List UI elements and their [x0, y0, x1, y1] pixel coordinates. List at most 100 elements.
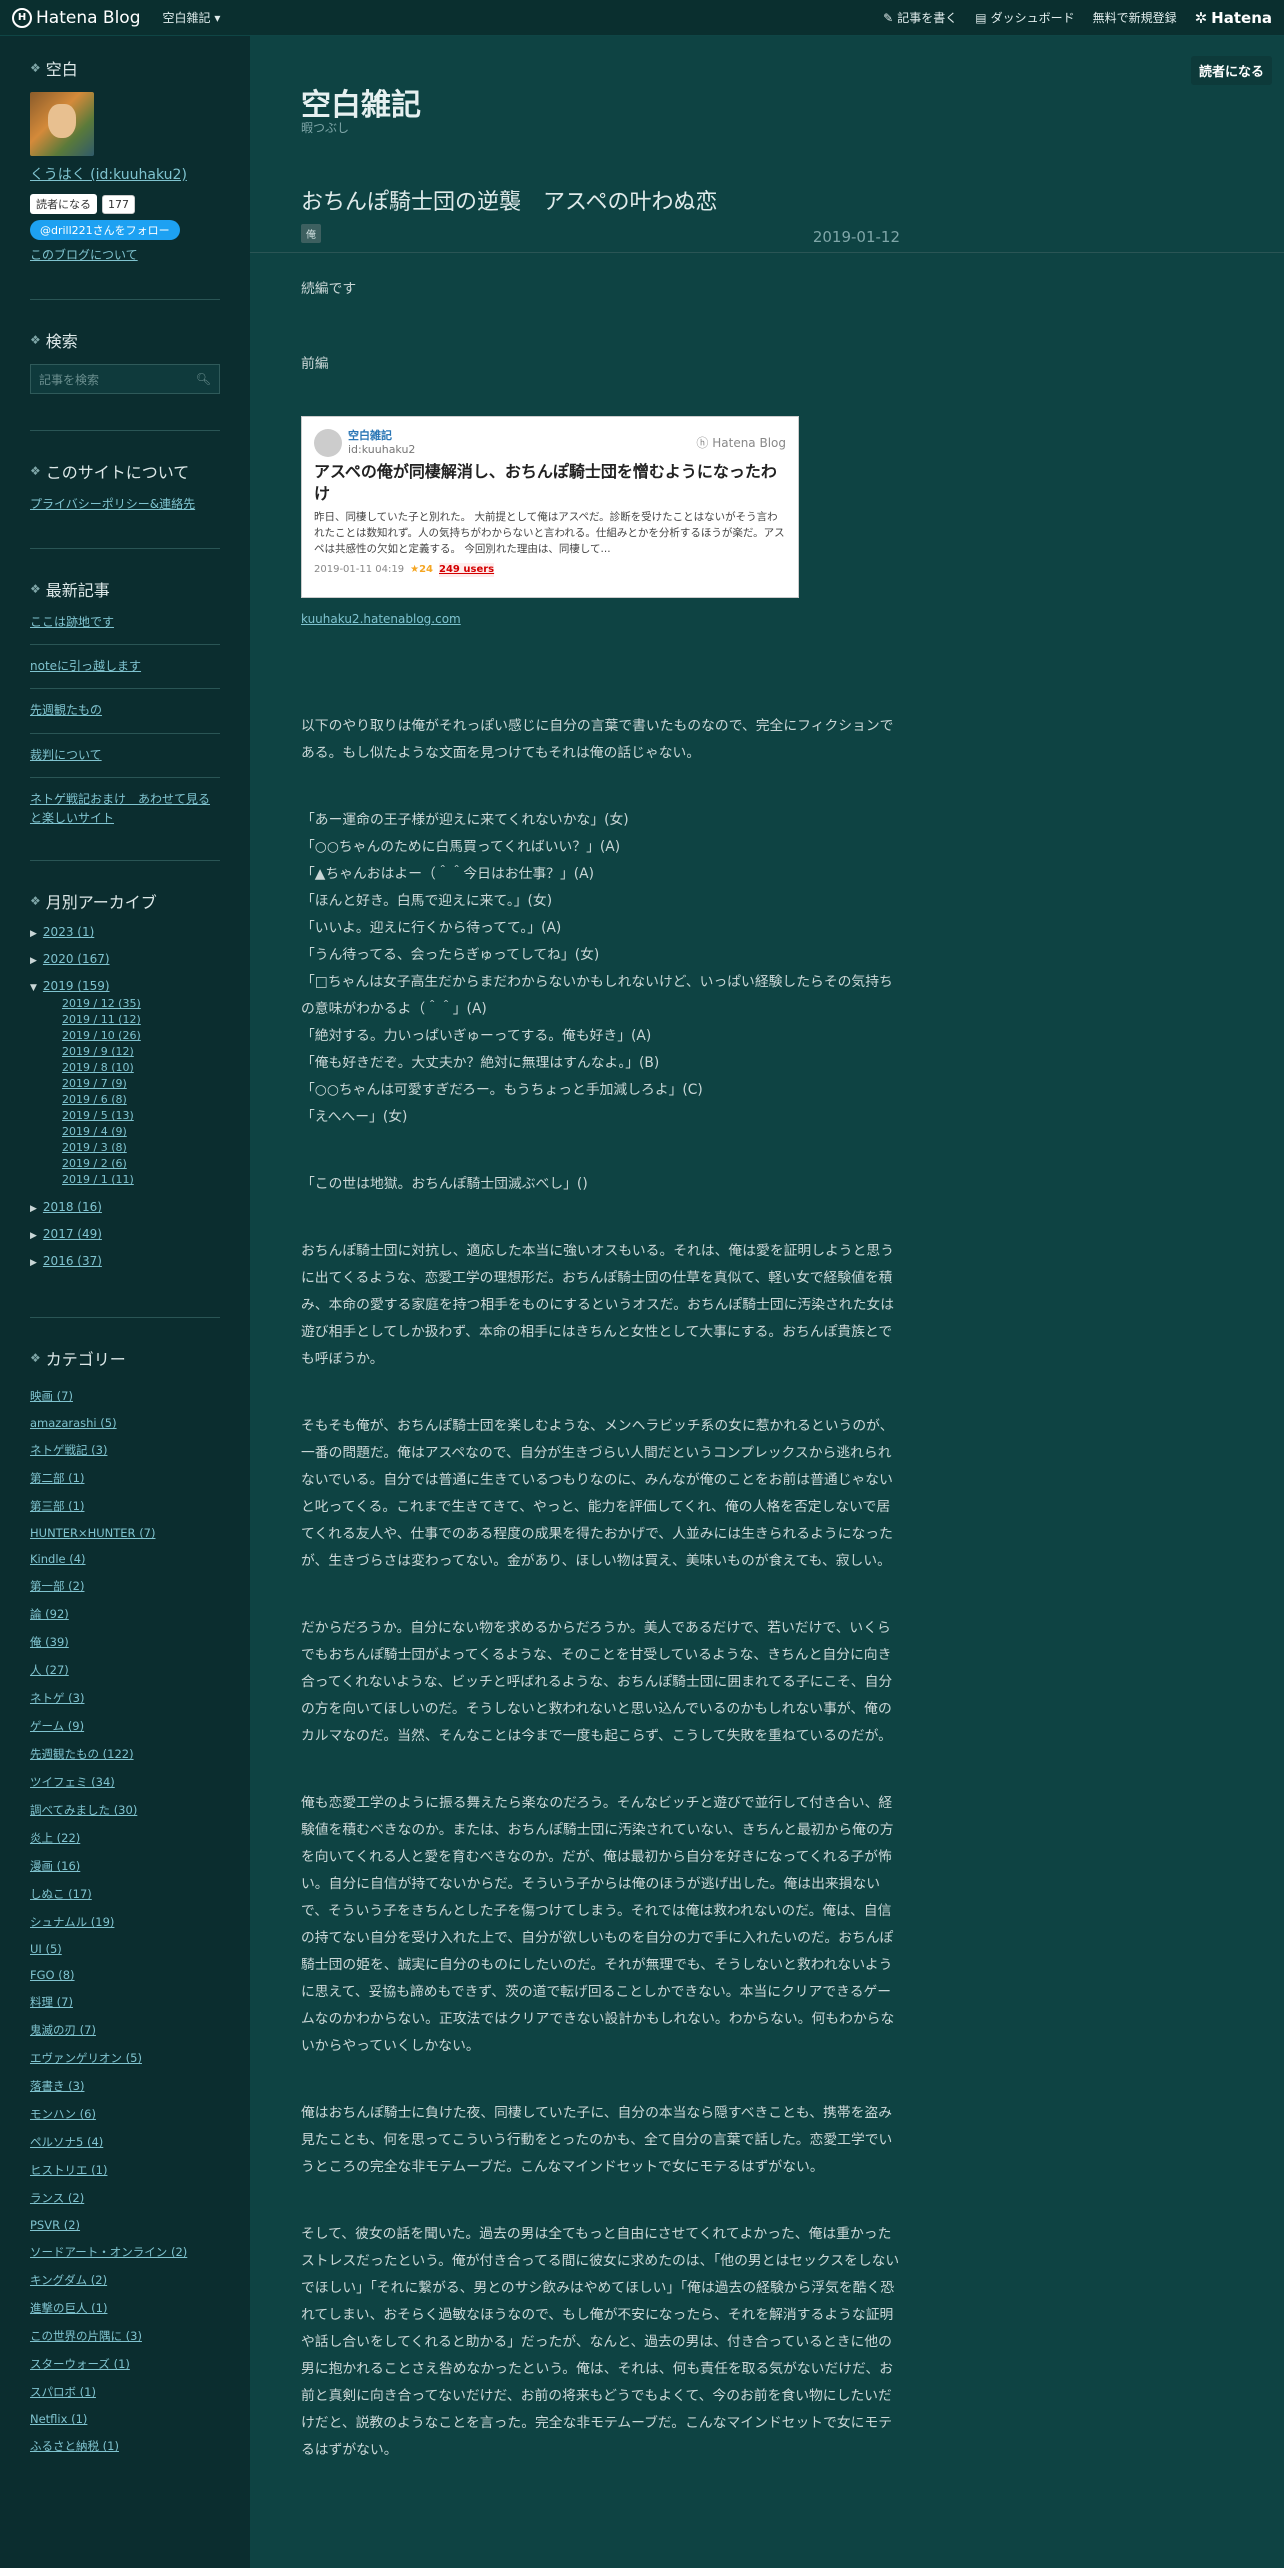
archive-month[interactable]: 2019 / 1 (11) — [62, 1173, 134, 1186]
category-item[interactable]: ネトゲ戦記 (3) — [30, 1443, 107, 1457]
search-icon[interactable]: 🔍︎ — [196, 372, 211, 386]
paragraph: 俺も恋愛工学のように振る舞えたら楽なのだろう。そんなビッチと遊びで並行して付き合… — [301, 1795, 895, 2054]
recent-item[interactable]: noteに引っ越します — [30, 659, 141, 673]
category-item[interactable]: FGO (8) — [30, 1968, 75, 1982]
dialog-line: 「うん待ってる、会ったらぎゅってしてね」(女) — [301, 947, 600, 963]
category-item[interactable]: 進撃の巨人 (1) — [30, 2301, 107, 2315]
category-item[interactable]: モンハン (6) — [30, 2107, 96, 2121]
archive-year-link[interactable]: 2018 (16) — [43, 1200, 102, 1214]
archive-month[interactable]: 2019 / 5 (13) — [62, 1109, 134, 1122]
archive-month[interactable]: 2019 / 9 (12) — [62, 1045, 134, 1058]
archive-year[interactable]: ▶ 2016 (37) — [30, 1254, 220, 1268]
category-item[interactable]: amazarashi (5) — [30, 1416, 117, 1430]
category-item[interactable]: ランス (2) — [30, 2191, 84, 2205]
search-input[interactable]: 記事を検索 🔍︎ — [30, 364, 220, 394]
category-item[interactable]: 炎上 (22) — [30, 1831, 80, 1845]
category-item[interactable]: しぬこ (17) — [30, 1887, 92, 1901]
recent-item[interactable]: 裁判について — [30, 748, 102, 762]
recent-item[interactable]: 先週観たもの — [30, 703, 102, 717]
archive-month[interactable]: 2019 / 4 (9) — [62, 1125, 127, 1138]
category-row: 俺 (39) — [30, 1634, 220, 1650]
category-item[interactable]: 鬼滅の刃 (7) — [30, 2023, 96, 2037]
privacy-link[interactable]: プライバシーポリシー&連絡先 — [30, 497, 195, 511]
category-item[interactable]: UI (5) — [30, 1942, 62, 1956]
blog-title[interactable]: 空白雑記 — [301, 80, 421, 124]
category-item[interactable]: 第二部 (1) — [30, 1471, 84, 1485]
category-item[interactable]: 第三部 (1) — [30, 1499, 84, 1513]
category-row: スパロボ (1) — [30, 2384, 220, 2400]
category-item[interactable]: 漫画 (16) — [30, 1859, 80, 1873]
category-item[interactable]: この世界の片隅に (3) — [30, 2329, 142, 2343]
archive-year-link[interactable]: 2020 (167) — [43, 952, 110, 966]
category-item[interactable]: ペルソナ5 (4) — [30, 2135, 103, 2149]
archive-month[interactable]: 2019 / 2 (6) — [62, 1157, 127, 1170]
signup-link[interactable]: 無料で新規登録 — [1093, 9, 1177, 26]
recent-heading: ❖ 最新記事 — [30, 577, 220, 601]
archive-month[interactable]: 2019 / 10 (26) — [62, 1029, 141, 1042]
subscribe-button-main[interactable]: 読者になる — [1190, 56, 1272, 85]
recent-item[interactable]: ネトゲ戦記おまけ あわせて見ると楽しいサイト — [30, 792, 210, 825]
category-item[interactable]: Kindle (4) — [30, 1552, 86, 1566]
archive-month[interactable]: 2019 / 3 (8) — [62, 1141, 127, 1154]
triangle-right-icon: ▶ — [30, 1231, 37, 1242]
archive-month[interactable]: 2019 / 12 (35) — [62, 997, 141, 1010]
archive-year[interactable]: ▶ 2018 (16) — [30, 1200, 220, 1214]
category-item[interactable]: HUNTER×HUNTER (7) — [30, 1526, 155, 1540]
category-item[interactable]: ヒストリエ (1) — [30, 2163, 107, 2177]
entry-date[interactable]: 2019-01-12 — [813, 228, 900, 246]
card-blog-name[interactable]: 空白雑記 — [348, 429, 415, 443]
archive-year[interactable]: ▼ 2019 (159) — [30, 979, 220, 993]
hatena-blog-logo[interactable]: H Hatena Blog — [12, 7, 141, 28]
category-item[interactable]: 落書き (3) — [30, 2079, 84, 2093]
avatar[interactable] — [30, 92, 94, 156]
category-item[interactable]: 先週観たもの (122) — [30, 1747, 134, 1761]
category-item[interactable]: ソードアート・オンライン (2) — [30, 2245, 187, 2259]
category-item[interactable]: 人 (27) — [30, 1663, 69, 1677]
hatena-menu[interactable]: ✲ Hatena — [1195, 9, 1272, 27]
archive-year[interactable]: ▶ 2023 (1) — [30, 925, 220, 939]
card-stars: ★24 — [410, 564, 434, 575]
category-item[interactable]: 論 (92) — [30, 1607, 69, 1621]
category-item[interactable]: ネトゲ (3) — [30, 1691, 84, 1705]
category-item[interactable]: Netflix (1) — [30, 2412, 87, 2426]
category-item[interactable]: シュナムル (19) — [30, 1915, 114, 1929]
category-item[interactable]: ふるさと納税 (1) — [30, 2439, 119, 2453]
source-link[interactable]: kuuhaku2.hatenablog.com — [301, 612, 461, 626]
archive-month[interactable]: 2019 / 6 (8) — [62, 1093, 127, 1106]
category-item[interactable]: ゲーム (9) — [30, 1719, 84, 1733]
dialog-lines: 「あー運命の王子様が迎えに来てくれないかな」(女) 「○○ちゃんのために白馬買って… — [301, 807, 901, 1131]
card-title[interactable]: アスペの俺が同棲解消し、おちんぽ騎士団を憎むようになったわけ — [314, 461, 786, 505]
blog-selector[interactable]: 空白雑記 ▾ — [163, 9, 221, 26]
write-entry-link[interactable]: ✎ 記事を書く — [883, 9, 957, 26]
category-item[interactable]: 料理 (7) — [30, 1995, 73, 2009]
archive-year-link[interactable]: 2019 (159) — [43, 979, 110, 993]
category-item[interactable]: スターウォーズ (1) — [30, 2357, 130, 2371]
archive-year[interactable]: ▶ 2017 (49) — [30, 1227, 220, 1241]
about-blog-link[interactable]: このブログについて — [30, 248, 138, 262]
archive-year-link[interactable]: 2017 (49) — [43, 1227, 102, 1241]
category-item[interactable]: PSVR (2) — [30, 2218, 80, 2232]
recent-item[interactable]: ここは跡地です — [30, 615, 114, 629]
category-item[interactable]: エヴァンゲリオン (5) — [30, 2051, 142, 2065]
entry-title[interactable]: おちんぽ騎士団の逆襲 アスペの叶わぬ恋 — [301, 184, 717, 216]
category-item[interactable]: キングダム (2) — [30, 2273, 107, 2287]
archive-year[interactable]: ▶ 2020 (167) — [30, 952, 220, 966]
category-item[interactable]: 映画 (7) — [30, 1389, 73, 1403]
category-item[interactable]: スパロボ (1) — [30, 2385, 96, 2399]
archive-month[interactable]: 2019 / 7 (9) — [62, 1077, 127, 1090]
subscribe-button[interactable]: 読者になる — [30, 194, 97, 214]
user-link[interactable]: くうはく (id:kuuhaku2) — [30, 167, 187, 183]
dashboard-link[interactable]: ▤ ダッシュボード — [975, 9, 1074, 26]
archive-month[interactable]: 2019 / 11 (12) — [62, 1013, 141, 1026]
embed-card[interactable]: 空白雑記 id:kuuhaku2 ⓗ Hatena Blog アスペの俺が同棲解消… — [301, 416, 799, 598]
category-tag[interactable]: 俺 — [301, 224, 321, 243]
category-item[interactable]: ツイフェミ (34) — [30, 1775, 115, 1789]
card-bookmark-users[interactable]: 249 users — [439, 563, 495, 577]
category-item[interactable]: 調べてみました (30) — [30, 1803, 137, 1817]
archive-year-link[interactable]: 2016 (37) — [43, 1254, 102, 1268]
archive-month[interactable]: 2019 / 8 (10) — [62, 1061, 134, 1074]
category-item[interactable]: 第一部 (2) — [30, 1579, 84, 1593]
archive-year-link[interactable]: 2023 (1) — [43, 925, 94, 939]
category-item[interactable]: 俺 (39) — [30, 1635, 69, 1649]
twitter-follow-button[interactable]: @drill221さんをフォロー — [30, 220, 180, 240]
